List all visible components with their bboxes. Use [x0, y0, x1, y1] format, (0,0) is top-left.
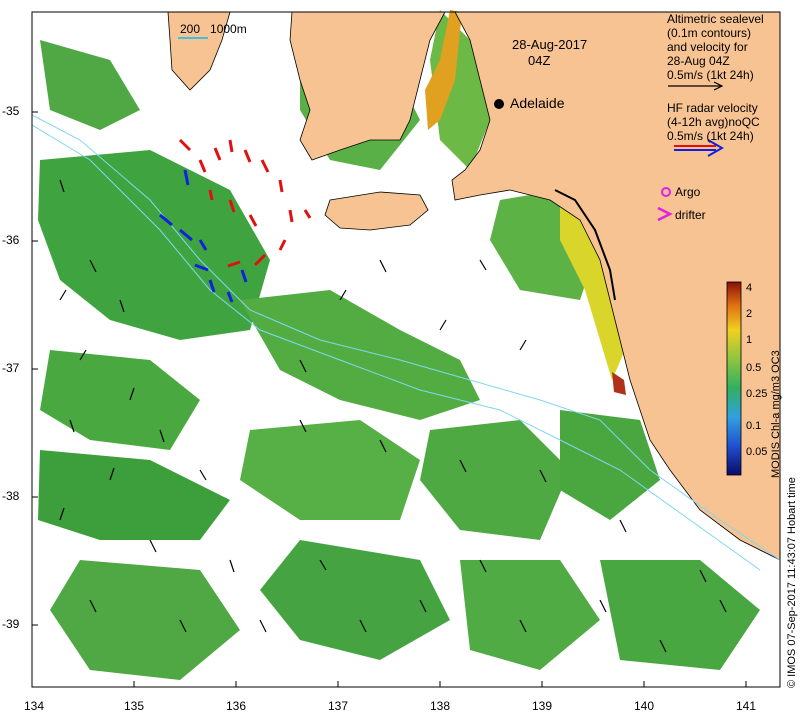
hf-radar-legend-line: HF radar velocity: [667, 101, 758, 115]
hf-radar-legend: HF radar velocity (4-12h avg)noQC 0.5m/s…: [667, 101, 760, 143]
x-tick: 138: [429, 699, 451, 713]
scale-bar-label: 200 1000m: [180, 22, 247, 36]
colorbar-tick: 2: [746, 308, 753, 320]
altimetry-legend-line: (0.1m contours): [667, 26, 752, 40]
drifter-label: drifter: [675, 208, 706, 222]
x-tick: 137: [327, 699, 349, 713]
x-tick: 139: [531, 699, 553, 713]
map-date: 28-Aug-2017: [512, 37, 588, 52]
colorbar-tick: 4: [746, 282, 753, 294]
colorbar: [726, 281, 742, 476]
colorbar-tick: 0.5: [746, 362, 762, 374]
x-tick: 134: [23, 699, 45, 713]
colorbar-tick: 0.25: [746, 388, 768, 400]
x-tick: 135: [123, 699, 145, 713]
map-time: 04Z: [528, 53, 551, 68]
y-tick: -37: [2, 361, 20, 375]
colorbar-tick: 0.1: [746, 420, 762, 432]
hf-radar-legend-line: (4-12h avg)noQC: [667, 115, 760, 129]
colorbar-label: MODIS Chl-a mg/m3 OC3: [770, 350, 782, 478]
argo-label: Argo: [675, 185, 701, 199]
x-tick: 140: [633, 699, 655, 713]
x-tick: 136: [225, 699, 247, 713]
credit-label: © IMOS 07-Sep-2017 11:43:07 Hobart time: [786, 477, 798, 688]
colorbar-tick: 1: [746, 334, 753, 346]
altimetry-legend-line: 28-Aug 04Z: [667, 54, 730, 68]
adelaide-label: Adelaide: [510, 95, 565, 111]
colorbar-tick: 0.05: [746, 446, 768, 458]
hf-radar-legend-line: 0.5m/s (1kt 24h): [667, 129, 754, 143]
y-tick: -38: [2, 489, 20, 503]
y-tick: -39: [2, 617, 20, 631]
y-tick: -36: [2, 233, 20, 247]
adelaide-marker: [494, 99, 504, 109]
y-tick: -35: [2, 104, 20, 118]
altimetry-legend-line: Altimetric sealevel: [667, 12, 764, 26]
altimetry-legend: Altimetric sealevel (0.1m contours) and …: [667, 12, 764, 82]
altimetry-legend-line: 0.5m/s (1kt 24h): [667, 68, 754, 82]
altimetry-legend-line: and velocity for: [667, 40, 748, 54]
x-tick: 141: [735, 699, 757, 713]
